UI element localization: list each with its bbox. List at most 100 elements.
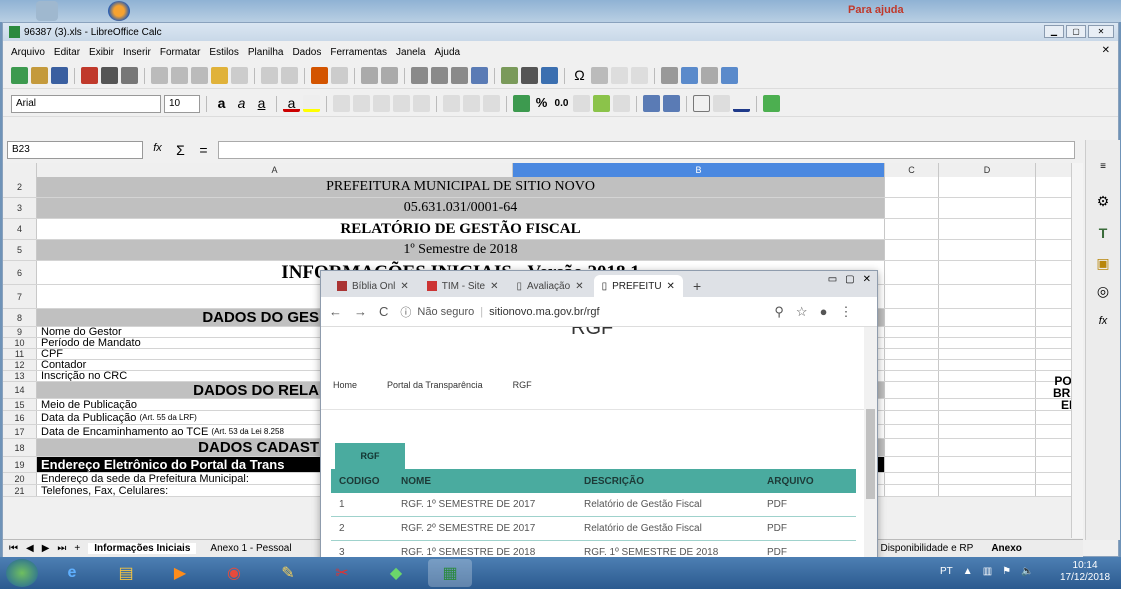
row-number[interactable]: 13 [3,371,37,381]
tab-tim[interactable]: TIM - Site ✕ [419,275,507,297]
close-button[interactable]: ✕ [1088,25,1114,38]
print-icon[interactable] [101,67,118,84]
sheet-cell[interactable] [939,240,1036,260]
row-number[interactable]: 20 [3,473,37,484]
save-icon[interactable] [51,67,68,84]
calc-taskbar-icon[interactable]: ▦ [428,559,472,587]
undo-icon[interactable] [261,67,278,84]
row-number[interactable]: 17 [3,425,37,438]
clone-format-icon[interactable] [211,67,228,84]
sheet-cell[interactable] [939,360,1036,370]
name-box[interactable]: B23 [7,141,143,159]
sheet-cell[interactable] [939,349,1036,359]
sheet-nav-last-icon[interactable]: ⏭ [57,543,66,554]
add-decimal-icon[interactable] [593,95,610,112]
date-format-icon[interactable] [573,95,590,112]
percent-format-icon[interactable]: % [533,95,550,112]
zoom-icon[interactable]: ⚲ [774,304,784,320]
page-scrollbar[interactable] [864,327,877,565]
breadcrumb-home[interactable]: Home [333,380,357,390]
sheet-cell[interactable] [885,309,939,326]
border-style-icon[interactable] [713,95,730,112]
row-number[interactable]: 11 [3,349,37,359]
sheet-cell[interactable] [885,371,939,381]
menu-formatar[interactable]: Formatar [160,47,201,58]
column-header-c[interactable]: C [885,163,939,177]
formula-icon[interactable]: = [195,142,212,159]
open-icon[interactable] [31,67,48,84]
tab-close-icon[interactable]: ✕ [400,281,408,292]
pdf-link[interactable]: PDF [767,499,856,510]
column-header-b[interactable]: B [513,163,885,177]
new-tab-button[interactable]: + [685,275,709,297]
decrease-indent-icon[interactable] [663,95,680,112]
sum-icon[interactable]: Σ [172,142,189,159]
sheet-cell[interactable] [885,382,939,398]
menu-editar[interactable]: Editar [54,47,80,58]
row-number[interactable]: 3 [3,198,37,218]
center-vertically-icon[interactable] [463,95,480,112]
firefox-shortcut-icon[interactable] [108,1,130,21]
row-number[interactable]: 2 [3,177,37,197]
wrap-text-icon[interactable] [393,95,410,112]
menu-janela[interactable]: Janela [396,47,425,58]
align-right-icon[interactable] [373,95,390,112]
sheet-cell[interactable] [885,457,939,472]
sheet-tab-informacoes[interactable]: Informações Iniciais [88,543,197,554]
spelling-icon[interactable] [331,67,348,84]
tab-biblia[interactable]: Bíblia Onl ✕ [329,275,417,297]
start-button[interactable] [6,559,38,587]
sheet-cell[interactable] [885,349,939,359]
tab-close-icon[interactable]: ✕ [575,281,583,292]
new-document-icon[interactable] [11,67,28,84]
background-color-icon[interactable] [303,95,320,112]
close-document-icon[interactable]: ✕ [1102,45,1110,56]
properties-icon[interactable]: ⚙ [1094,192,1112,210]
cut-icon[interactable] [151,67,168,84]
sheet-cell[interactable] [885,219,939,239]
paste-icon[interactable] [191,67,208,84]
sheet-cell[interactable] [939,411,1036,424]
sheet-cell[interactable] [885,285,939,308]
row-number[interactable]: 21 [3,485,37,496]
sheet-nav-prev-icon[interactable]: ◀ [26,543,34,554]
sheet-tab-anexo1[interactable]: Anexo 1 - Pessoal [204,543,297,554]
column-icon[interactable] [381,67,398,84]
border-color-icon[interactable] [733,95,750,112]
font-color-icon[interactable]: a [283,95,300,112]
row-number[interactable]: 16 [3,411,37,424]
profile-icon[interactable]: ● [820,304,828,319]
row-number[interactable]: 14 [3,382,37,398]
sheet-cell[interactable] [885,425,939,438]
sheet-cell[interactable] [885,198,939,218]
find-replace-icon[interactable] [311,67,328,84]
sheet-cell[interactable] [885,473,939,484]
forward-icon[interactable]: → [354,304,367,319]
back-icon[interactable]: ← [329,304,342,319]
row-number[interactable]: 7 [3,285,37,308]
sheet-cell[interactable] [939,285,1036,308]
print-preview-icon[interactable] [121,67,138,84]
styles-icon[interactable]: T [1094,224,1112,242]
row-number[interactable]: 9 [3,327,37,337]
show-hidden-icons-icon[interactable]: ▲ [963,566,973,577]
sheet-cell[interactable] [885,177,939,197]
header-footer-icon[interactable] [631,67,648,84]
scrollbar-thumb[interactable] [866,409,875,499]
row-number[interactable]: 19 [3,457,37,472]
tab-close-icon[interactable]: ✕ [667,281,675,292]
column-header-d[interactable]: D [939,163,1036,177]
sheet-cell[interactable] [939,371,1036,381]
row-number[interactable]: 18 [3,439,37,456]
sheet-cell[interactable] [939,338,1036,348]
action-center-icon[interactable]: ⚑ [1002,566,1011,577]
sheet-cell[interactable]: PREFEITURA MUNICIPAL DE SITIO NOVO [37,177,885,197]
row-icon[interactable] [361,67,378,84]
sheet-nav-next-icon[interactable]: ▶ [42,543,50,554]
sidebar-menu-icon[interactable]: ≡ [1094,158,1112,176]
row-number[interactable]: 10 [3,338,37,348]
row-number[interactable]: 6 [3,261,37,284]
network-icon[interactable]: ▥ [983,566,992,577]
comment-icon[interactable] [611,67,628,84]
number-format-icon[interactable]: 0.0 [553,95,570,112]
